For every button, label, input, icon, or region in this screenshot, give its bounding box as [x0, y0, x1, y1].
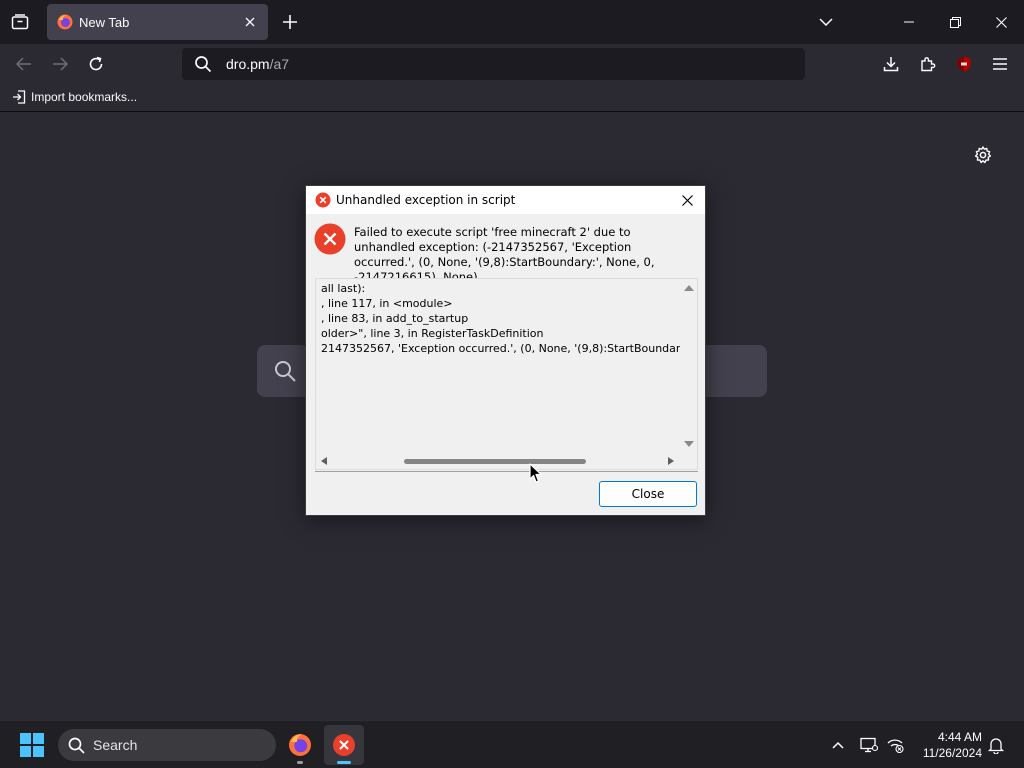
windows-logo-icon [20, 733, 44, 757]
url-host: dro.pm [226, 56, 270, 72]
url-path: /a7 [269, 56, 290, 72]
dialog-title-bar[interactable]: Unhandled exception in script [306, 186, 705, 214]
reload-icon [89, 56, 103, 71]
error-icon [315, 192, 331, 208]
vertical-scrollbar[interactable] [680, 279, 697, 453]
active-indicator [337, 761, 351, 764]
chevron-down-icon [819, 18, 833, 26]
error-icon [333, 734, 355, 756]
traceback-line: older>", line 3, in RegisterTaskDefiniti… [321, 327, 544, 340]
windows-taskbar: Search 4:44 AM 11/26/2024 [0, 720, 1024, 768]
tab-new-tab[interactable]: New Tab [47, 4, 268, 40]
tab-title: New Tab [79, 14, 130, 30]
tab-close-button[interactable] [238, 10, 262, 34]
running-indicator [297, 761, 303, 764]
list-all-tabs-button[interactable] [810, 0, 842, 44]
close-icon [995, 16, 1007, 28]
ublock-origin-button[interactable] [948, 48, 980, 80]
taskbar-clock[interactable]: 4:44 AM 11/26/2024 [910, 729, 982, 761]
chevron-up-icon [832, 741, 844, 749]
traceback-text: all last): , line 117, in <module> , line … [321, 281, 681, 356]
scroll-up-arrow-icon[interactable] [684, 285, 694, 291]
arrow-right-icon [53, 57, 68, 71]
app-menu-button[interactable] [984, 48, 1016, 80]
download-icon [883, 57, 899, 72]
reload-button[interactable] [80, 48, 112, 80]
plus-icon [283, 15, 297, 29]
close-icon [681, 194, 693, 206]
close-button[interactable]: Close [599, 481, 697, 507]
hamburger-menu-icon [993, 58, 1007, 70]
bookmarks-toolbar: Import bookmarks... [0, 84, 1024, 112]
traceback-line: , line 117, in <module> [321, 297, 453, 310]
scroll-down-arrow-icon[interactable] [684, 441, 694, 447]
taskbar-app-error-dialog[interactable] [324, 725, 364, 765]
dialog-title: Unhandled exception in script [336, 193, 516, 207]
ublock-origin-icon [957, 56, 971, 72]
traceback-line: , line 83, in add_to_startup [321, 312, 469, 325]
dialog-close-x-button[interactable] [676, 190, 698, 210]
back-button[interactable] [8, 48, 40, 80]
arrow-left-icon [16, 57, 31, 71]
window-minimize-button[interactable] [886, 0, 932, 44]
monitor-icon [860, 737, 878, 753]
taskbar-app-firefox[interactable] [280, 725, 320, 765]
clock-time: 4:44 AM [937, 730, 982, 744]
taskbar-search-box[interactable]: Search [58, 729, 276, 761]
network-disconnected-icon [887, 739, 904, 753]
firefox-icon [57, 14, 73, 30]
search-icon [68, 737, 85, 754]
gear-icon [974, 146, 992, 164]
new-tab-button[interactable] [274, 0, 306, 44]
traceback-line: all last): [321, 282, 366, 295]
notifications-button[interactable] [984, 733, 1008, 757]
search-icon [194, 55, 212, 73]
forward-button[interactable] [44, 48, 76, 80]
minimize-icon [904, 21, 914, 23]
firefox-view-icon [11, 14, 29, 30]
url-bar[interactable]: dro.pm/a7 [182, 48, 805, 80]
scroll-right-arrow-icon[interactable] [668, 457, 674, 465]
downloads-button[interactable] [875, 48, 907, 80]
import-bookmarks-button[interactable]: Import bookmarks... [12, 90, 137, 104]
url-text: dro.pm/a7 [226, 56, 289, 72]
tray-network-button[interactable] [884, 733, 908, 757]
unhandled-exception-dialog: Unhandled exception in script Failed to … [305, 185, 706, 516]
restore-icon [949, 16, 961, 28]
traceback-line: 2147352567, 'Exception occurred.', (0, N… [321, 342, 681, 355]
window-close-button[interactable] [978, 0, 1024, 44]
horizontal-scrollbar-thumb[interactable] [404, 459, 586, 464]
clock-date: 11/26/2024 [922, 746, 982, 760]
taskbar-search-label: Search [93, 737, 138, 753]
browser-tab-strip: New Tab [0, 0, 1024, 44]
firefox-view-button[interactable] [4, 0, 36, 44]
error-icon [314, 223, 346, 255]
horizontal-scrollbar[interactable] [316, 453, 680, 469]
newtab-settings-button[interactable] [970, 142, 996, 168]
navigation-toolbar: dro.pm/a7 [0, 44, 1024, 84]
scroll-left-arrow-icon[interactable] [321, 457, 327, 465]
start-button[interactable] [12, 727, 52, 763]
import-bookmarks-label: Import bookmarks... [31, 90, 138, 104]
bell-icon [988, 737, 1004, 754]
tray-display-icon-button[interactable] [857, 733, 881, 757]
window-restore-button[interactable] [932, 0, 978, 44]
close-icon [245, 17, 255, 27]
extensions-button[interactable] [912, 48, 944, 80]
search-icon [275, 361, 296, 382]
show-hidden-icons-button[interactable] [826, 733, 850, 757]
mouse-cursor-icon [529, 463, 542, 483]
puzzle-piece-icon [921, 57, 936, 72]
dialog-divider [315, 471, 698, 472]
firefox-icon [289, 734, 311, 756]
error-message: Failed to execute script 'free minecraft… [354, 225, 655, 284]
import-icon [13, 90, 26, 104]
traceback-text-area[interactable]: all last): , line 117, in <module> , line … [315, 278, 698, 470]
